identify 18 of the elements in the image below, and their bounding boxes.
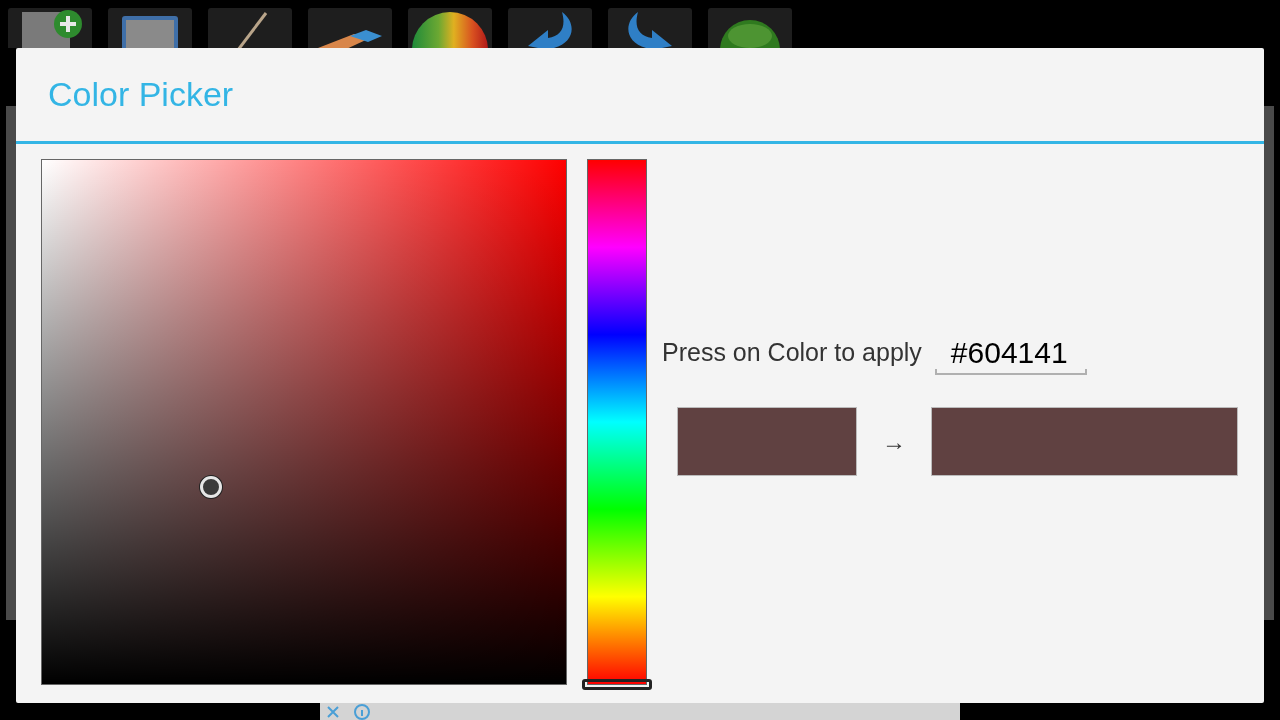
toolbar-button[interactable]	[308, 8, 392, 48]
color-marker-icon[interactable]	[200, 475, 223, 498]
arrow-text: →	[881, 426, 907, 457]
hex-input-field[interactable]: #604141	[934, 331, 1087, 375]
color-swatch[interactable]	[677, 407, 857, 476]
frame-icon	[120, 14, 180, 48]
toolbar-button[interactable]	[408, 8, 492, 48]
dialog-title: Color Picker	[48, 76, 234, 113]
color-wheel-icon	[412, 12, 488, 48]
hue-slider-handle[interactable]	[582, 679, 652, 690]
toolbar-button[interactable]	[8, 8, 92, 48]
curved-arrow-icon	[626, 10, 674, 48]
eraser-icon	[318, 30, 382, 48]
saturation-brightness-field[interactable]	[41, 159, 567, 685]
curved-arrow-icon	[526, 10, 574, 48]
toolbar-button[interactable]	[208, 8, 292, 48]
hint-text: Press on Color to apply	[662, 340, 922, 368]
color-swatch[interactable]	[931, 407, 1238, 476]
